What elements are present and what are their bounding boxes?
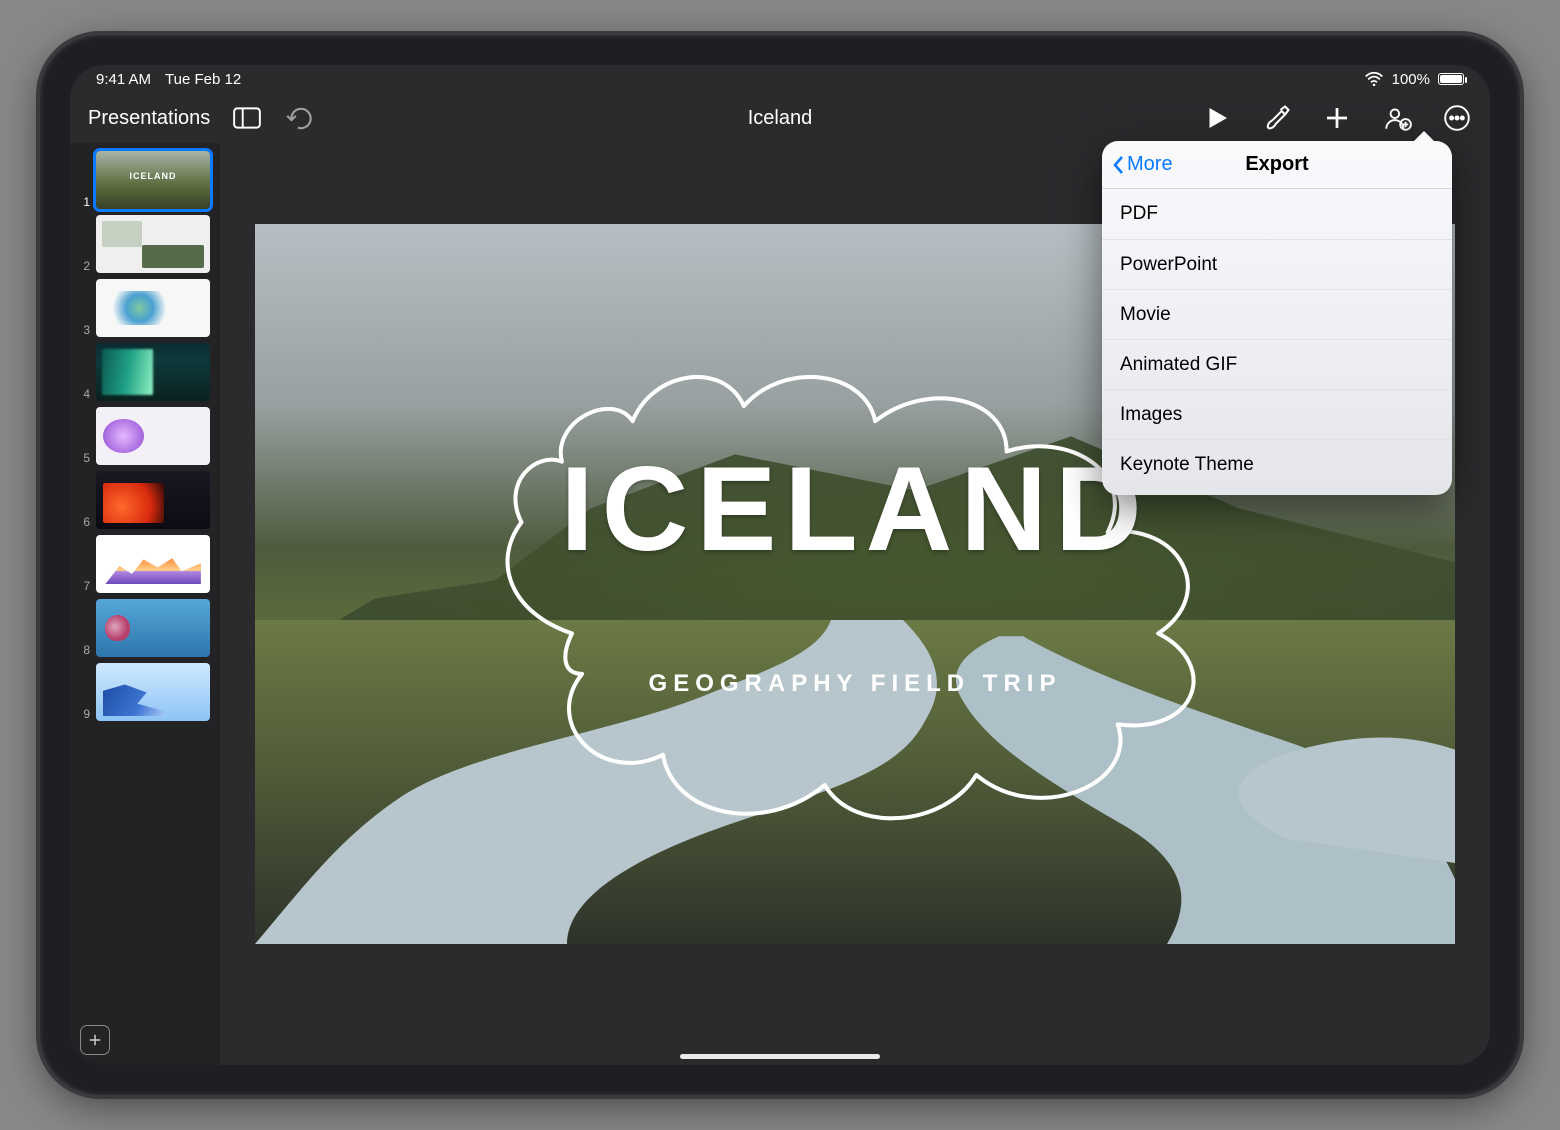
more-icon[interactable]: [1442, 103, 1472, 133]
battery-icon: [1438, 73, 1464, 85]
slide-thumbnail[interactable]: 4: [80, 343, 210, 401]
undo-icon[interactable]: [284, 103, 314, 133]
add-slide-button[interactable]: [80, 1025, 110, 1055]
status-bar: 9:41 AM Tue Feb 12 100%: [70, 65, 1490, 93]
slide-thumbnail[interactable]: 1: [80, 151, 210, 209]
add-icon[interactable]: [1322, 103, 1352, 133]
export-option[interactable]: PDF: [1102, 189, 1452, 239]
export-option[interactable]: Movie: [1102, 289, 1452, 339]
slide-thumbnail-preview: [96, 279, 210, 337]
slide-number: 6: [80, 515, 90, 529]
format-brush-icon[interactable]: [1262, 103, 1292, 133]
slide-thumbnail[interactable]: 3: [80, 279, 210, 337]
collaborate-icon[interactable]: [1382, 103, 1412, 133]
slide-number: 9: [80, 707, 90, 721]
app-toolbar: Presentations Iceland: [70, 93, 1490, 143]
slide-thumbnail-preview: [96, 663, 210, 721]
screen: 9:41 AM Tue Feb 12 100% Presentations: [70, 65, 1490, 1065]
slide-number: 7: [80, 579, 90, 593]
slide-number: 3: [80, 323, 90, 337]
slide-number: 1: [80, 195, 90, 209]
status-date: Tue Feb 12: [165, 71, 241, 88]
slide-thumbnail-preview: [96, 151, 210, 209]
home-indicator[interactable]: [680, 1054, 880, 1059]
slide-thumbnail[interactable]: 7: [80, 535, 210, 593]
export-option[interactable]: Keynote Theme: [1102, 439, 1452, 489]
slide-subtitle[interactable]: GEOGRAPHY FIELD TRIP: [255, 670, 1455, 698]
export-option[interactable]: PowerPoint: [1102, 239, 1452, 289]
battery-percent: 100%: [1392, 71, 1430, 88]
export-popover: More Export PDFPowerPointMovieAnimated G…: [1102, 141, 1452, 495]
status-time: 9:41 AM: [96, 71, 151, 88]
slide-thumbnail-preview: [96, 343, 210, 401]
slide-thumbnail[interactable]: 5: [80, 407, 210, 465]
slide-number: 8: [80, 643, 90, 657]
slide-number: 4: [80, 387, 90, 401]
popover-back-label: More: [1127, 153, 1173, 176]
slide-thumbnail-preview: [96, 215, 210, 273]
popover-back-button[interactable]: More: [1112, 141, 1173, 188]
slide-thumbnail[interactable]: 2: [80, 215, 210, 273]
slide-thumbnail-preview: [96, 471, 210, 529]
slide-navigator[interactable]: 1 2 3 4 5 6 7 8 9: [70, 143, 220, 1065]
export-option[interactable]: Animated GIF: [1102, 339, 1452, 389]
slide-number: 5: [80, 451, 90, 465]
popover-title: Export: [1245, 153, 1308, 176]
wifi-icon: [1364, 71, 1384, 87]
back-button[interactable]: Presentations: [88, 107, 210, 130]
slide-thumbnail-preview: [96, 599, 210, 657]
slide-thumbnail[interactable]: 8: [80, 599, 210, 657]
export-option[interactable]: Images: [1102, 389, 1452, 439]
slide-thumbnail[interactable]: 6: [80, 471, 210, 529]
slide-thumbnail-preview: [96, 535, 210, 593]
slide-number: 2: [80, 259, 90, 273]
view-options-icon[interactable]: [232, 103, 262, 133]
slide-thumbnail-preview: [96, 407, 210, 465]
slide-thumbnail[interactable]: 9: [80, 663, 210, 721]
ipad-bezel: 9:41 AM Tue Feb 12 100% Presentations: [40, 35, 1520, 1095]
play-icon[interactable]: [1202, 103, 1232, 133]
